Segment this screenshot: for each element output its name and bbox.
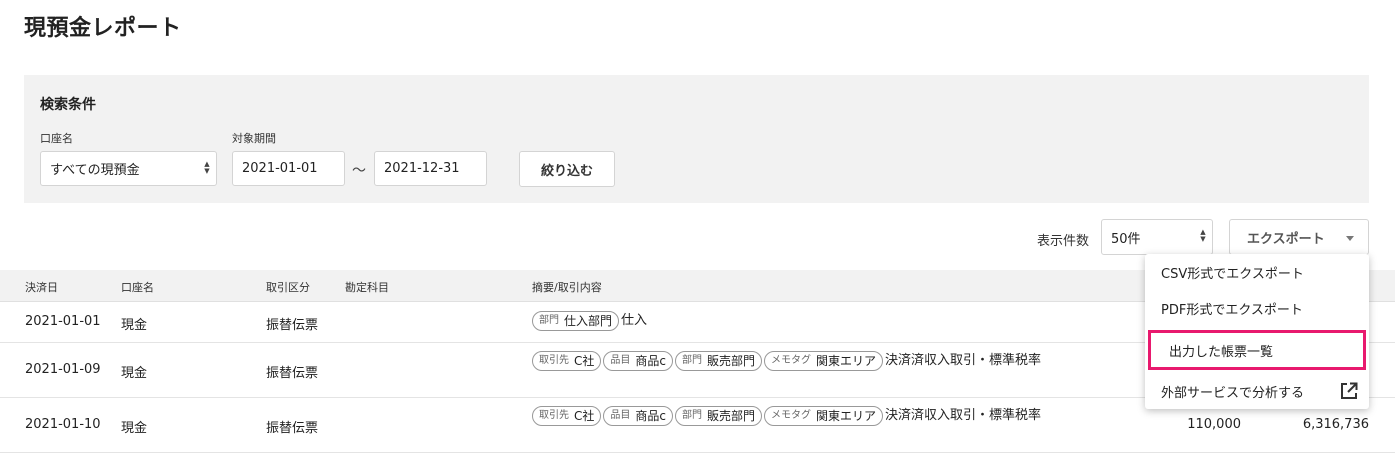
row-type: 振替伝票 [266,366,319,381]
count-select[interactable]: 50件 ▲ ▼ [1101,219,1213,255]
select-arrows-icon: ▲ ▼ [204,160,210,175]
row-date: 2021-01-01 [25,314,101,329]
external-link-icon [1341,382,1358,399]
external-analysis-label: 外部サービスで分析する [1161,385,1305,401]
row-account: 現金 [121,421,148,436]
caret-down-icon [1346,236,1354,241]
external-analysis-item[interactable]: 外部サービスで分析する [1145,373,1369,409]
header-subject: 勘定科目 [345,281,389,294]
row-text: 仕入 [621,313,648,328]
count-label: 表示件数 [1037,234,1090,249]
start-date-input[interactable]: 2021-01-01 [232,151,345,186]
department-tag: 部門 販売部門 [675,405,763,426]
row-content: 取引先 C社 品目 商品c 部門 販売部門 メモタグ 関東エリア 決済済収入取引・標準税率 [532,350,1102,372]
filter-button[interactable]: 絞り込む [519,151,615,187]
export-button[interactable]: エクスポート [1229,219,1369,255]
row-text: 決済済収入取引・標準税率 [885,353,1042,368]
header-account: 口座名 [121,281,154,294]
memo-tag: メモタグ 関東エリア [764,350,884,371]
search-title: 検索条件 [40,97,96,113]
row-type: 振替伝票 [266,421,319,436]
export-dropdown-menu: CSV形式でエクスポート PDF形式でエクスポート 出力した帳票一覧 外部サービ… [1145,254,1369,409]
header-content: 摘要/取引内容 [532,281,602,294]
export-pdf-item[interactable]: PDF形式でエクスポート [1145,290,1369,326]
row-type: 振替伝票 [266,318,319,333]
period-label: 対象期間 [232,132,276,145]
search-panel: 検索条件 口座名 すべての現預金 ▲ ▼ 対象期間 2021-01-01 〜 20… [24,75,1369,203]
page-title: 現預金レポート [24,16,182,41]
row-account: 現金 [121,318,148,333]
select-arrows-icon: ▲ ▼ [1200,228,1206,243]
item-tag: 品目 商品c [603,350,673,371]
account-label: 口座名 [40,132,73,145]
partner-tag: 取引先 C社 [532,405,602,426]
row-text: 決済済収入取引・標準税率 [885,408,1042,423]
header-type: 取引区分 [266,281,310,294]
account-select[interactable]: すべての現預金 ▲ ▼ [40,151,217,186]
header-date: 決済日 [25,281,58,294]
department-tag: 部門 販売部門 [675,350,763,371]
row-balance: 6,316,736 [1302,417,1369,432]
department-tag: 部門 仕入部門 [532,310,620,331]
exported-reports-item[interactable]: 出力した帳票一覧 [1148,330,1366,370]
memo-tag: メモタグ 関東エリア [764,405,884,426]
row-content: 部門 仕入部門 仕入 [532,310,1102,332]
row-amount: 110,000 [1187,417,1241,432]
partner-tag: 取引先 C社 [532,350,602,371]
export-csv-item[interactable]: CSV形式でエクスポート [1145,254,1369,290]
range-separator: 〜 [352,163,366,179]
row-account: 現金 [121,366,148,381]
row-content: 取引先 C社 品目 商品c 部門 販売部門 メモタグ 関東エリア 決済済収入取引・標準税率 [532,405,1102,427]
export-button-label: エクスポート [1247,231,1325,247]
account-select-value: すべての現預金 [50,163,140,178]
row-date: 2021-01-10 [25,417,101,432]
end-date-input[interactable]: 2021-12-31 [374,151,487,186]
row-date: 2021-01-09 [25,362,101,377]
item-tag: 品目 商品c [603,405,673,426]
count-select-value: 50件 [1111,231,1141,247]
